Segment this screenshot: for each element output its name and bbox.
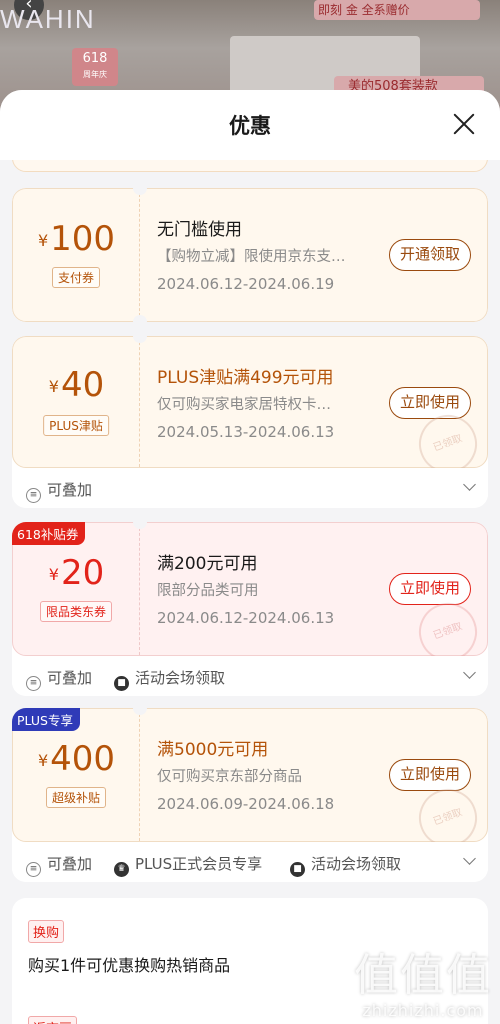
coupon-dates: 2024.05.13-2024.06.13: [157, 423, 335, 441]
chevron-down-icon[interactable]: [463, 478, 476, 491]
anniversary-badge-label: 周年庆: [83, 70, 107, 79]
coupon-footer[interactable]: ≡ 可叠加 ♛ PLUS正式会员专享 ■ 活动会场领取: [12, 842, 488, 882]
activate-claim-button[interactable]: 开通领取: [388, 239, 471, 271]
venue-claim-label: ■ 活动会场领取: [290, 853, 401, 877]
coupon-amount: ¥100: [13, 219, 140, 259]
coupon-description: 限部分品类可用: [157, 583, 259, 599]
venue-claim-text: 活动会场领取: [311, 855, 402, 873]
venue-icon: ■: [114, 676, 129, 691]
jingdou-tag: 返京豆: [28, 1016, 78, 1024]
previous-coupon-edge: [12, 160, 488, 172]
venue-claim-label: ■ 活动会场领取: [114, 667, 225, 691]
stackable-label: ≡ 可叠加: [26, 667, 92, 691]
coupon-amount-value: 100: [50, 219, 116, 259]
coupon-description: 仅可购买京东部分商品: [157, 769, 302, 785]
coupon-amount-value: 40: [60, 365, 105, 405]
swap-tag: 换购: [28, 920, 65, 943]
close-icon[interactable]: [450, 110, 478, 138]
coupon-footer[interactable]: ≡ 可叠加: [12, 468, 488, 508]
currency-symbol: ¥: [48, 565, 59, 584]
coupon-description: 仅可购买家电家居特权卡…: [157, 397, 331, 413]
coupon-amount: ¥20: [13, 553, 140, 593]
coupon-amount-value: 400: [50, 739, 116, 779]
ticket-notch: [133, 315, 147, 322]
coupon-dates: 2024.06.09-2024.06.18: [157, 795, 335, 813]
stackable-text: 可叠加: [47, 481, 93, 499]
currency-symbol: ¥: [48, 377, 59, 396]
coupon-card[interactable]: 618补贴券 ¥20 限品类东券 满200元可用 限部分品类可用 2024.06…: [12, 522, 488, 696]
coupon-type-tag: 支付券: [51, 267, 101, 288]
anniversary-badge: 618 周年庆: [72, 48, 118, 86]
coupon-amount: ¥400: [13, 739, 140, 779]
coupon-body: ¥400 超级补贴 满5000元可用 仅可购买京东部分商品 2024.06.09…: [12, 708, 488, 856]
coupon-footer[interactable]: ≡ 可叠加 ■ 活动会场领取: [12, 656, 488, 696]
subsidy-corner-tag: 618补贴券: [12, 522, 86, 545]
sheet-title: 优惠: [229, 114, 271, 138]
coupon-list[interactable]: ¥100 支付券 无门槛使用 【购物立减】限使用京东支付… 2024.06.12…: [0, 160, 500, 1024]
stackable-text: 可叠加: [47, 669, 93, 687]
stackable-text: 可叠加: [47, 855, 93, 873]
coupon-type-tag: 超级补贴: [45, 787, 107, 808]
watermark-logo-text: 值值值: [354, 950, 492, 1001]
coupon-amount: ¥40: [13, 365, 140, 405]
stack-icon: ≡: [26, 862, 41, 877]
chevron-down-icon[interactable]: [463, 852, 476, 865]
use-now-button[interactable]: 立即使用: [388, 387, 471, 419]
coupon-sheet: 优惠 ¥100 支付券 无门槛使用 【购物立减】限使用京东支付… 2024.06…: [0, 90, 500, 1024]
coupon-type-tag: PLUS津贴: [43, 415, 109, 436]
coupon-title: 满200元可用: [157, 554, 258, 574]
use-now-button[interactable]: 立即使用: [388, 573, 471, 605]
plus-exclusive-corner-tag: PLUS专享: [12, 708, 80, 731]
coupon-value-area: ¥100 支付券: [13, 189, 140, 321]
brand-logo: WAHIN: [0, 4, 96, 34]
coupon-card[interactable]: ¥40 PLUS津贴 PLUS津贴满499元可用 仅可购买家电家居特权卡… 20…: [12, 336, 488, 508]
coupon-body: ¥100 支付券 无门槛使用 【购物立减】限使用京东支付… 2024.06.12…: [12, 188, 488, 322]
chevron-down-icon[interactable]: [463, 666, 476, 679]
coupon-type-tag: 限品类东券: [39, 601, 113, 622]
coupon-body: ¥20 限品类东券 满200元可用 限部分品类可用 2024.06.12-202…: [12, 522, 488, 670]
plus-member-label: ♛ PLUS正式会员专享: [114, 853, 262, 877]
coupon-dates: 2024.06.12-2024.06.13: [157, 609, 335, 627]
coupon-title: 无门槛使用: [157, 220, 242, 240]
use-now-button[interactable]: 立即使用: [388, 759, 471, 791]
coupon-card[interactable]: ¥100 支付券 无门槛使用 【购物立减】限使用京东支付… 2024.06.12…: [12, 188, 488, 322]
swap-description: 购买1件可优惠换购热销商品: [28, 956, 231, 975]
coupon-title: PLUS津贴满499元可用: [157, 368, 334, 388]
currency-symbol: ¥: [37, 751, 49, 770]
promo-banner-top: 即刻 金 全系赠价: [314, 0, 480, 20]
coupon-value-area: ¥40 PLUS津贴: [13, 337, 140, 467]
coupon-card[interactable]: PLUS专享 ¥400 超级补贴 满5000元可用 仅可购买京东部分商品 202…: [12, 708, 488, 882]
currency-symbol: ¥: [37, 231, 49, 250]
coupon-body: ¥40 PLUS津贴 PLUS津贴满499元可用 仅可购买家电家居特权卡… 20…: [12, 336, 488, 482]
stack-icon: ≡: [26, 488, 41, 503]
stack-icon: ≡: [26, 676, 41, 691]
crown-icon: ♛: [114, 862, 129, 877]
venue-claim-text: 活动会场领取: [135, 669, 226, 687]
stackable-label: ≡ 可叠加: [26, 853, 92, 877]
coupon-description: 【购物立减】限使用京东支付…: [157, 249, 357, 265]
watermark-logo: 值值值 zhizhizhi.com: [354, 950, 492, 1021]
watermark-url: zhizhizhi.com: [362, 1001, 484, 1020]
venue-icon: ■: [290, 862, 305, 877]
plus-member-text: PLUS正式会员专享: [135, 855, 263, 873]
coupon-title: 满5000元可用: [157, 740, 269, 760]
anniversary-badge-number: 618: [82, 51, 108, 66]
coupon-amount-value: 20: [60, 553, 105, 593]
stackable-label: ≡ 可叠加: [26, 479, 92, 503]
sheet-header: 优惠: [0, 90, 500, 160]
coupon-dates: 2024.06.12-2024.06.19: [157, 275, 335, 293]
